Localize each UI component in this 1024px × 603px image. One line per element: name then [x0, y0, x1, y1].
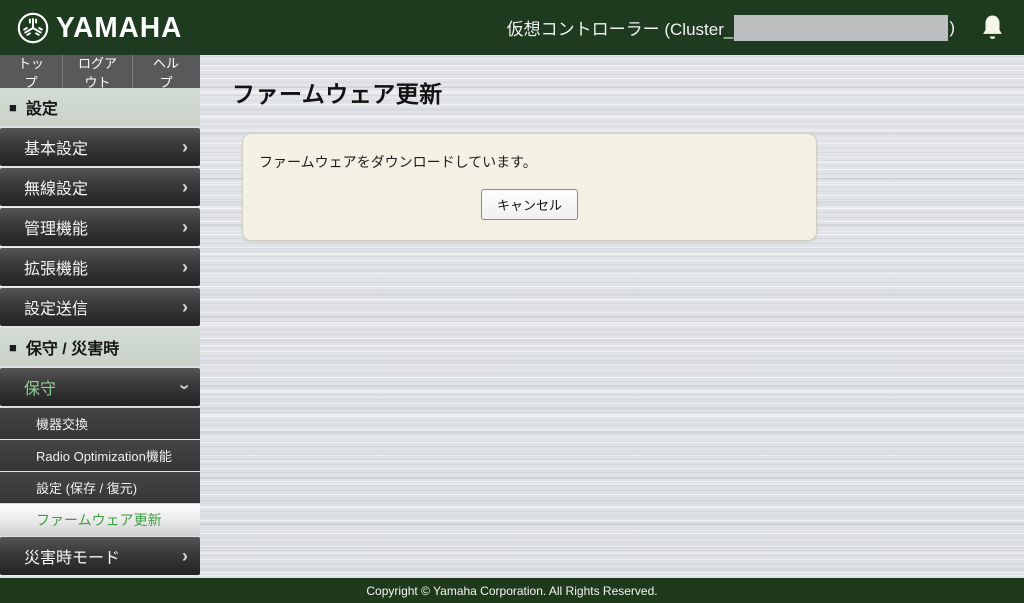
sidebar: トップ ログアウト ヘルプ ■ 設定 基本設定 › 無線設定 › — [0, 55, 200, 578]
app-header: YAMAHA 仮想コントローラー (Cluster_ ) — [0, 0, 1024, 55]
sidebar-item-management[interactable]: 管理機能 › — [0, 208, 200, 246]
sidebar-subitem-firmware-update[interactable]: ファームウェア更新 — [0, 504, 200, 536]
app-footer: Copyright © Yamaha Corporation. All Righ… — [0, 578, 1024, 603]
sidebar-subitem-radio-optimization[interactable]: Radio Optimization機能 — [0, 440, 200, 471]
submenu-item-label: 設定 (保存 / 復元) — [36, 478, 137, 497]
brand-text: YAMAHA — [56, 13, 182, 42]
chevron-down-icon: › — [176, 384, 194, 390]
chevron-right-icon: › — [182, 298, 188, 316]
menu-item-label: 無線設定 — [24, 175, 88, 199]
body-row: トップ ログアウト ヘルプ ■ 設定 基本設定 › 無線設定 › — [0, 55, 1024, 578]
sidebar-item-basic-settings[interactable]: 基本設定 › — [0, 128, 200, 166]
tab-help[interactable]: ヘルプ — [133, 55, 199, 88]
controller-title: 仮想コントローラー (Cluster_ ) — [507, 15, 955, 41]
sidebar-subitem-device-replacement[interactable]: 機器交換 — [0, 408, 200, 439]
top-tab-bar: トップ ログアウト ヘルプ — [0, 55, 200, 88]
section-label: 設定 — [26, 95, 58, 119]
sidebar-item-extended-features[interactable]: 拡張機能 › — [0, 248, 200, 286]
sidebar-item-maintenance[interactable]: 保守 › — [0, 368, 200, 406]
notification-bell-icon[interactable] — [979, 13, 1006, 43]
yamaha-tuning-fork-icon — [16, 11, 50, 45]
menu-item-label: 災害時モード — [24, 544, 120, 568]
redacted-cluster-name — [734, 15, 948, 41]
sidebar-subitem-config-save-restore[interactable]: 設定 (保存 / 復元) — [0, 472, 200, 503]
controller-title-prefix: 仮想コントローラー (Cluster_ — [507, 15, 734, 40]
tab-top[interactable]: トップ — [0, 55, 63, 88]
chevron-right-icon: › — [182, 178, 188, 196]
menu-item-label: 設定送信 — [24, 295, 88, 319]
menu-item-label: 保守 — [24, 375, 56, 399]
main-content: ファームウェア更新 ファームウェアをダウンロードしています。 キャンセル — [200, 55, 1024, 578]
sidebar-item-wireless-settings[interactable]: 無線設定 › — [0, 168, 200, 206]
submenu-item-label: Radio Optimization機能 — [36, 446, 172, 465]
chevron-right-icon: › — [182, 218, 188, 236]
section-bullet-icon: ■ — [9, 341, 17, 354]
submenu-item-label: 機器交換 — [36, 414, 88, 433]
firmware-download-panel: ファームウェアをダウンロードしています。 キャンセル — [242, 133, 817, 241]
section-label: 保守 / 災害時 — [26, 335, 119, 359]
menu-item-label: 基本設定 — [24, 135, 88, 159]
chevron-right-icon: › — [182, 138, 188, 156]
controller-title-suffix: ) — [949, 18, 955, 38]
sidebar-section-settings: ■ 設定 — [0, 88, 200, 126]
tab-logout[interactable]: ログアウト — [63, 55, 133, 88]
page: YAMAHA 仮想コントローラー (Cluster_ ) トップ ログアウト ヘ — [0, 0, 1024, 603]
chevron-right-icon: › — [182, 258, 188, 276]
section-bullet-icon: ■ — [9, 101, 17, 114]
download-status-message: ファームウェアをダウンロードしています。 — [259, 152, 800, 172]
yamaha-logo: YAMAHA — [16, 11, 182, 45]
menu-item-label: 管理機能 — [24, 215, 88, 239]
sidebar-menu: ■ 設定 基本設定 › 無線設定 › 管理機能 › 拡張機能 › — [0, 88, 200, 578]
menu-item-label: 拡張機能 — [24, 255, 88, 279]
cancel-button[interactable]: キャンセル — [481, 189, 578, 220]
sidebar-section-maintenance-disaster: ■ 保守 / 災害時 — [0, 328, 200, 366]
sidebar-item-config-send[interactable]: 設定送信 › — [0, 288, 200, 326]
sidebar-item-disaster-mode[interactable]: 災害時モード › — [0, 537, 200, 575]
copyright-text: Copyright © Yamaha Corporation. All Righ… — [366, 584, 657, 598]
page-title: ファームウェア更新 — [232, 75, 1024, 109]
submenu-item-label: ファームウェア更新 — [36, 510, 162, 530]
chevron-right-icon: › — [182, 547, 188, 565]
header-right: 仮想コントローラー (Cluster_ ) — [507, 13, 1006, 43]
panel-actions: キャンセル — [259, 189, 800, 220]
